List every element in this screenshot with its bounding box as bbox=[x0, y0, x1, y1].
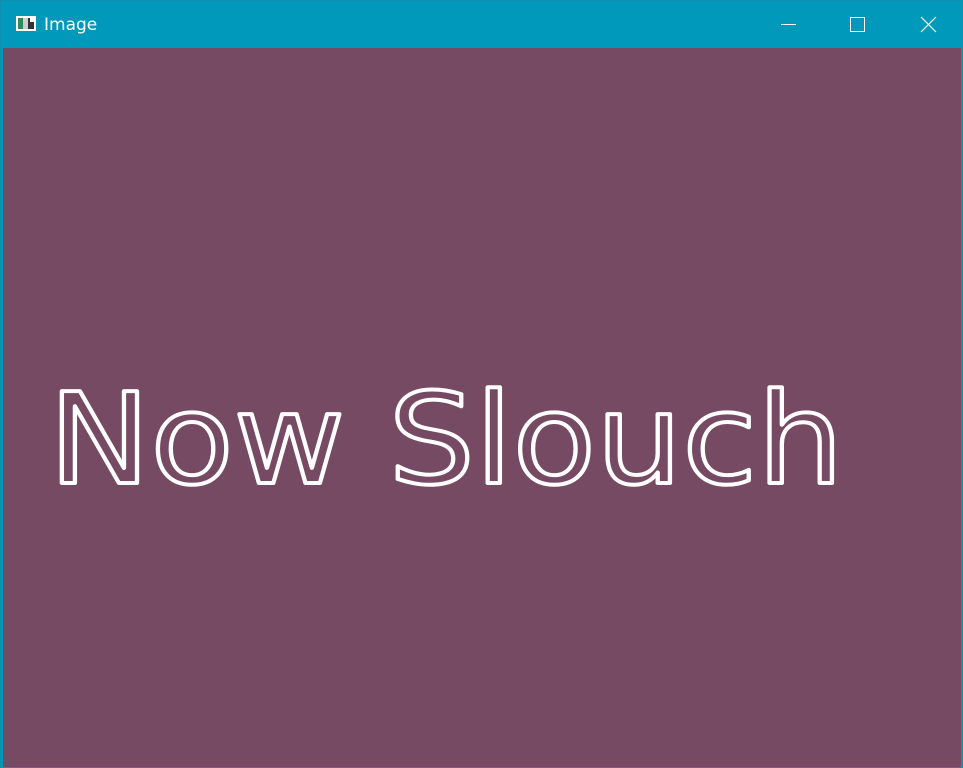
maximize-button[interactable] bbox=[822, 1, 892, 48]
window-title: Image bbox=[44, 15, 98, 35]
maximize-icon bbox=[850, 17, 865, 32]
close-button[interactable] bbox=[892, 1, 962, 48]
title-bar[interactable]: Image bbox=[1, 1, 962, 48]
minimize-button[interactable] bbox=[753, 1, 823, 48]
image-window: Image Now Slouch bbox=[0, 0, 963, 768]
close-icon bbox=[920, 16, 937, 33]
canvas-text: Now Slouch bbox=[49, 366, 844, 513]
image-canvas: Now Slouch bbox=[3, 48, 961, 767]
app-icon bbox=[16, 16, 36, 31]
